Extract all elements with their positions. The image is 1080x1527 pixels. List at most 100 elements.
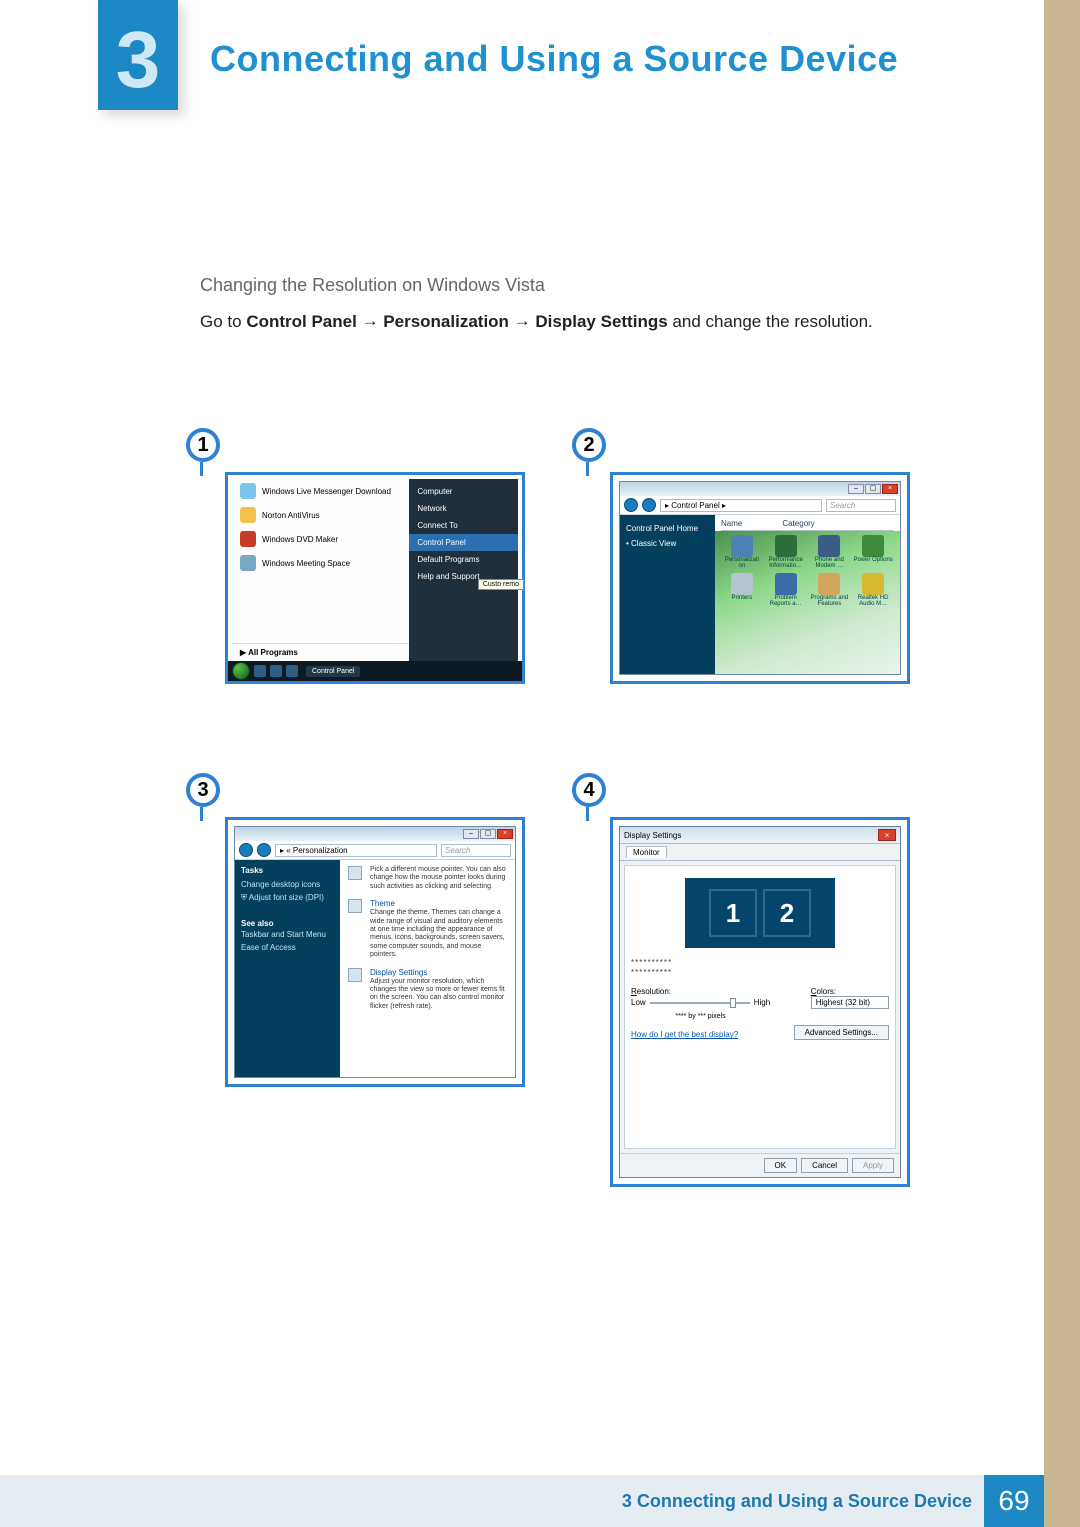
dialog-titlebar: Display Settings × — [620, 827, 900, 844]
cp-icon — [731, 573, 753, 595]
step-number-1: 1 — [186, 428, 220, 462]
start-right-item[interactable]: Default Programs — [409, 551, 518, 568]
minimize-button[interactable]: – — [848, 484, 864, 494]
monitor-name-placeholder: ******************** — [631, 958, 889, 977]
sidebar-heading: See also — [241, 919, 334, 928]
figure-start-menu: Windows Live Messenger Download Norton A… — [225, 472, 525, 684]
step-number-3: 3 — [186, 773, 220, 807]
cp-icon — [775, 535, 797, 557]
option-title[interactable]: Display Settings — [370, 968, 507, 977]
resolution-slider[interactable]: Low High — [631, 998, 770, 1007]
arrow-icon: → — [514, 311, 531, 331]
option-icon — [348, 866, 362, 880]
nav-forward-icon[interactable] — [257, 843, 271, 857]
program-item[interactable]: Windows Live Messenger Download — [232, 479, 409, 503]
personalization-main: Pick a different mouse pointer. You can … — [340, 860, 515, 1077]
start-right-item-control-panel[interactable]: Control Panel — [409, 534, 518, 551]
sidebar-link[interactable]: • Classic View — [626, 536, 709, 551]
connector — [586, 807, 589, 821]
close-button[interactable]: × — [882, 484, 898, 494]
footer-text: 3 Connecting and Using a Source Device — [622, 1491, 972, 1512]
monitor-1[interactable]: 1 — [709, 889, 757, 937]
option-icon — [348, 899, 362, 913]
maximize-button[interactable]: ▢ — [480, 829, 496, 839]
cp-item[interactable]: Power Options — [852, 535, 894, 569]
program-item[interactable]: Windows Meeting Space — [232, 551, 409, 575]
taskbar-icon[interactable] — [270, 665, 282, 677]
option-title[interactable]: Theme — [370, 899, 507, 908]
cp-item[interactable]: Personalizati on — [721, 535, 763, 569]
footer: 3 Connecting and Using a Source Device 6… — [0, 1475, 1044, 1527]
taskbar-icon[interactable] — [286, 665, 298, 677]
page-number: 69 — [984, 1475, 1044, 1527]
start-right-item[interactable]: Computer — [409, 483, 518, 500]
sidebar-link[interactable]: ⛨ Adjust font size (DPI) — [241, 891, 334, 905]
connector — [200, 807, 203, 821]
resolution-label: Resolution: — [631, 987, 770, 996]
connector — [200, 462, 203, 476]
control-panel-sidebar: Control Panel Home • Classic View — [620, 515, 715, 674]
close-button[interactable]: × — [497, 829, 513, 839]
cp-icon — [775, 573, 797, 595]
dialog-tabs: Monitor — [620, 844, 900, 861]
cp-item[interactable]: Realtek HD Audio M… — [852, 573, 894, 607]
taskbar-button[interactable]: Control Panel — [306, 666, 360, 677]
connector — [586, 462, 589, 476]
breadcrumb[interactable]: ▸ Control Panel ▸ — [660, 499, 822, 512]
minimize-button[interactable]: – — [463, 829, 479, 839]
figure-display-settings: Display Settings × Monitor 1 2 *********… — [610, 817, 910, 1187]
tab-monitor[interactable]: Monitor — [626, 846, 667, 858]
arrow-icon: → — [362, 311, 379, 331]
window-titlebar: – ▢ × — [235, 827, 515, 841]
start-right-item[interactable]: Network — [409, 500, 518, 517]
program-icon — [240, 555, 256, 571]
cp-item[interactable]: Printers — [721, 573, 763, 607]
step-number-2: 2 — [572, 428, 606, 462]
cp-item[interactable]: Phone and Modem … — [809, 535, 851, 569]
cp-icon — [818, 535, 840, 557]
all-programs[interactable]: ▶ All Programs — [232, 643, 409, 661]
monitor-2[interactable]: 2 — [763, 889, 811, 937]
tooltip: Custo remo — [478, 579, 524, 590]
figure-control-panel: – ▢ × ▸ Control Panel ▸ Search Control P… — [610, 472, 910, 684]
search-input[interactable]: Search — [826, 499, 896, 512]
taskbar: Control Panel — [228, 661, 522, 681]
breadcrumb[interactable]: ▸ « Personalization — [275, 844, 437, 857]
apply-button[interactable]: Apply — [852, 1158, 894, 1173]
personalization-sidebar: Tasks Change desktop icons ⛨ Adjust font… — [235, 860, 340, 1077]
taskbar-icon[interactable] — [254, 665, 266, 677]
advanced-settings-button[interactable]: Advanced Settings... — [794, 1025, 889, 1040]
cp-item[interactable]: Problem Reports a… — [765, 573, 807, 607]
page: 3 Connecting and Using a Source Device C… — [0, 0, 1080, 1527]
control-panel-grid: NameCategory Personalizati on Performanc… — [715, 515, 900, 674]
instruction-line: Go to Control Panel → Personalization → … — [200, 312, 873, 332]
cp-item[interactable]: Performance Informatio… — [765, 535, 807, 569]
sidebar-link[interactable]: Change desktop icons — [241, 878, 334, 891]
start-right-item[interactable]: Connect To — [409, 517, 518, 534]
ok-button[interactable]: OK — [764, 1158, 798, 1173]
sidebar-heading: Tasks — [241, 866, 334, 875]
program-item[interactable]: Windows DVD Maker — [232, 527, 409, 551]
colors-select[interactable]: Highest (32 bit) — [811, 996, 889, 1009]
colors-label: Colors: — [811, 987, 889, 996]
nav-back-icon[interactable] — [239, 843, 253, 857]
close-button[interactable]: × — [878, 829, 896, 841]
search-input[interactable]: Search — [441, 844, 511, 857]
start-orb-icon[interactable] — [232, 662, 250, 680]
section-heading: Changing the Resolution on Windows Vista — [200, 275, 545, 296]
cp-icon — [731, 535, 753, 557]
cp-item[interactable]: Programs and Features — [809, 573, 851, 607]
figure-personalization: – ▢ × ▸ « Personalization Search Tasks C… — [225, 817, 525, 1087]
sidebar-link[interactable]: Control Panel Home — [626, 521, 709, 536]
program-item[interactable]: Norton AntiVirus — [232, 503, 409, 527]
nav-back-icon[interactable] — [624, 498, 638, 512]
chapter-badge: 3 — [98, 0, 178, 110]
maximize-button[interactable]: ▢ — [865, 484, 881, 494]
sidebar-link[interactable]: Taskbar and Start Menu — [241, 928, 334, 941]
cancel-button[interactable]: Cancel — [801, 1158, 848, 1173]
program-icon — [240, 483, 256, 499]
sidebar-link[interactable]: Ease of Access — [241, 941, 334, 954]
window-titlebar: – ▢ × — [620, 482, 900, 496]
nav-forward-icon[interactable] — [642, 498, 656, 512]
slider-thumb-icon[interactable] — [730, 998, 736, 1008]
